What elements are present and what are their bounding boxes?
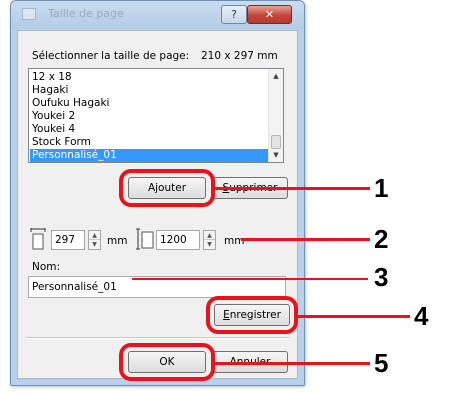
callout-number-1: 1 — [374, 173, 389, 203]
leader-line-4 — [297, 315, 410, 318]
list-item[interactable]: 12 x 18 — [32, 71, 72, 84]
callout-number-4: 4 — [414, 301, 429, 331]
width-input[interactable]: 297 — [51, 230, 85, 250]
width-unit: mm — [107, 235, 128, 247]
callout-ring-add — [119, 169, 215, 207]
stepper-up-icon[interactable]: ▲ — [204, 231, 215, 240]
height-unit: mm — [224, 235, 245, 247]
page-size-list[interactable]: 12 x 18 Hagaki Oufuku Hagaki Youkei 2 Yo… — [28, 68, 284, 163]
scroll-thumb[interactable] — [271, 135, 281, 149]
width-icon — [30, 228, 46, 250]
callout-ring-ok — [119, 343, 215, 381]
width-stepper[interactable]: ▲ ▼ — [88, 230, 101, 250]
height-stepper[interactable]: ▲ ▼ — [203, 230, 216, 250]
list-item[interactable]: Oufuku Hagaki — [32, 97, 109, 110]
leader-line-2 — [241, 238, 370, 241]
stepper-down-icon[interactable]: ▼ — [89, 240, 100, 249]
dialog-title: Taille de page — [48, 7, 124, 20]
list-item-selected[interactable]: Personnalisé_01 — [30, 149, 268, 162]
leader-line-5 — [214, 362, 370, 365]
callout-number-3: 3 — [374, 262, 389, 292]
height-input[interactable]: 1200 — [156, 230, 200, 250]
name-label: Nom: — [32, 261, 61, 273]
height-icon — [136, 228, 154, 250]
stepper-down-icon[interactable]: ▼ — [204, 240, 215, 249]
page-size-value: 210 x 297 mm — [201, 50, 278, 62]
callout-number-5: 5 — [374, 348, 389, 378]
stepper-up-icon[interactable]: ▲ — [89, 231, 100, 240]
list-item[interactable]: Stock Form — [32, 136, 91, 149]
list-scrollbar[interactable]: ▲ ▼ — [268, 69, 283, 162]
page-size-label: Sélectionner la taille de page: — [32, 50, 190, 62]
close-button[interactable]: ✕ — [247, 5, 292, 24]
separator — [26, 337, 289, 339]
list-item[interactable]: Youkei 4 — [32, 123, 75, 136]
help-button[interactable]: ? — [221, 5, 247, 24]
list-item[interactable]: Hagaki — [32, 84, 68, 97]
scroll-down-icon[interactable]: ▼ — [269, 148, 283, 162]
scroll-up-icon[interactable]: ▲ — [269, 69, 283, 83]
callout-number-2: 2 — [374, 224, 389, 254]
list-item[interactable]: Youkei 2 — [32, 110, 75, 123]
callout-ring-save — [206, 296, 298, 334]
leader-line-3 — [132, 278, 368, 280]
app-icon — [22, 8, 36, 20]
leader-line-1 — [214, 187, 370, 190]
